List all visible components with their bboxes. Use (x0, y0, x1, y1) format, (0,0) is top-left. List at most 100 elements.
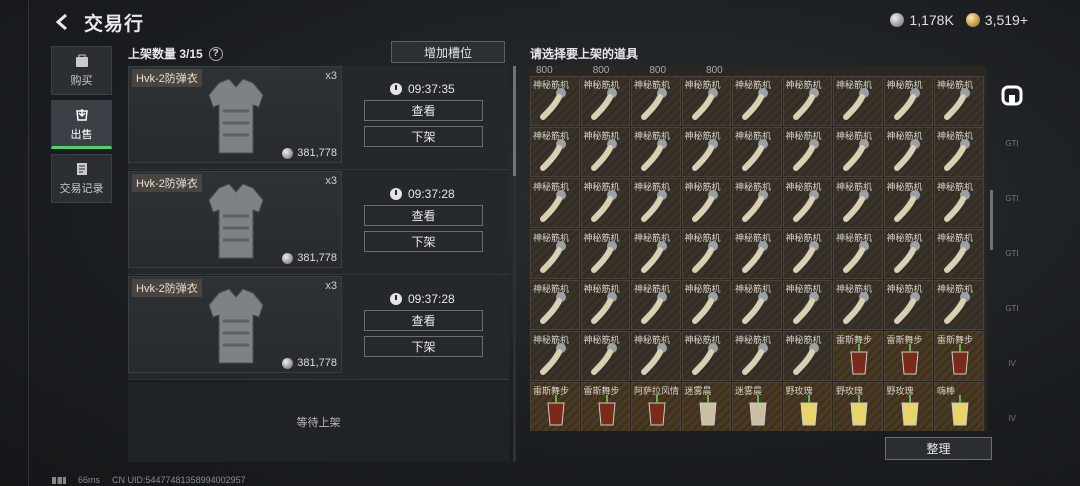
syringe-item-icon (691, 88, 718, 120)
view-button[interactable]: 查看 (364, 310, 483, 331)
inventory-cell[interactable]: 神秘筋机 (580, 127, 630, 177)
inventory-cell[interactable]: 神秘筋机 (833, 280, 883, 330)
inventory-cell[interactable]: 神秘筋机 (681, 331, 731, 381)
inventory-cell[interactable]: 神秘筋机 (681, 178, 731, 228)
inventory-cell[interactable]: 神秘筋机 (732, 331, 782, 381)
inventory-cell[interactable]: 神秘筋机 (530, 127, 580, 177)
inventory-cell[interactable]: 神秘筋机 (732, 76, 782, 126)
add-slot-button[interactable]: 增加槽位 (391, 41, 505, 63)
inventory-cell[interactable]: 神秘筋机 (732, 127, 782, 177)
inventory-cell[interactable]: 神秘筋机 (732, 178, 782, 228)
inventory-cell[interactable]: 神秘筋机 (883, 229, 933, 279)
inventory-cell[interactable]: 雷斯舞步 (530, 382, 580, 431)
inventory-cell[interactable]: 嗨棒 (934, 382, 984, 431)
scrollbar-thumb[interactable] (513, 66, 516, 176)
inventory-cell[interactable]: 神秘筋机 (530, 331, 580, 381)
syringe-item-icon (792, 190, 819, 222)
armor-vest-icon (208, 288, 264, 364)
backpack-tab-icon[interactable] (996, 80, 1028, 110)
inventory-cell[interactable]: 神秘筋机 (681, 229, 731, 279)
listing-thumb[interactable]: Hvk-2防弹衣 x3 381,778 (128, 66, 342, 163)
inventory-cell[interactable]: 迷雾晨 (732, 382, 782, 431)
nav-buy[interactable]: 购买 (51, 46, 112, 95)
remove-button[interactable]: 下架 (364, 126, 483, 147)
category-tab[interactable]: IV (996, 348, 1028, 378)
inventory-cell[interactable]: 神秘筋机 (883, 76, 933, 126)
inventory-cell[interactable]: 神秘筋机 (883, 127, 933, 177)
inventory-cell[interactable]: 神秘筋机 (631, 178, 681, 228)
silver-currency[interactable]: 1,178K (890, 12, 954, 28)
category-tab[interactable]: GTI (996, 238, 1028, 268)
inventory-cell[interactable]: 神秘筋机 (631, 76, 681, 126)
inventory-cell[interactable]: 神秘筋机 (782, 178, 832, 228)
inventory-cell[interactable]: 神秘筋机 (782, 331, 832, 381)
inventory-cell[interactable]: 神秘筋机 (631, 229, 681, 279)
inventory-cell[interactable]: 神秘筋机 (580, 178, 630, 228)
gold-currency[interactable]: 3,519+ (965, 12, 1028, 28)
inventory-cell[interactable]: 雷斯舞步 (833, 331, 883, 381)
inventory-cell[interactable]: 神秘筋机 (883, 280, 933, 330)
help-icon[interactable]: ? (208, 46, 223, 61)
inventory-cell[interactable]: 阿萨拉风情 (631, 382, 681, 431)
inventory-cell[interactable]: 野玫瑰 (782, 382, 832, 431)
inventory-cell[interactable]: 雷斯舞步 (580, 382, 630, 431)
remove-button[interactable]: 下架 (364, 231, 483, 252)
inventory-cell[interactable]: 神秘筋机 (681, 280, 731, 330)
inventory-cell[interactable]: 神秘筋机 (934, 178, 984, 228)
inventory-cell[interactable]: 神秘筋机 (833, 76, 883, 126)
inventory-cell[interactable]: 神秘筋机 (580, 229, 630, 279)
inventory-cell[interactable]: 神秘筋机 (681, 127, 731, 177)
inventory-cell[interactable]: 神秘筋机 (580, 331, 630, 381)
inventory-cell[interactable]: 神秘筋机 (732, 280, 782, 330)
inventory-scrollbar[interactable] (990, 190, 993, 250)
inventory-cell[interactable]: 雷斯舞步 (883, 331, 933, 381)
inventory-cell[interactable]: 神秘筋机 (631, 280, 681, 330)
inventory-cell[interactable]: 神秘筋机 (833, 127, 883, 177)
inventory-cell[interactable]: 神秘筋机 (782, 127, 832, 177)
listings-scrollbar[interactable] (513, 66, 516, 462)
inventory-cell[interactable]: 迷雾晨 (681, 382, 731, 431)
arrange-button[interactable]: 整理 (885, 437, 992, 460)
listing-count-label: 上架数量 3/15 (128, 47, 203, 61)
inventory-cell[interactable]: 神秘筋机 (530, 280, 580, 330)
inventory-cell[interactable]: 神秘筋机 (782, 280, 832, 330)
inventory-cell[interactable]: 野玫瑰 (883, 382, 933, 431)
category-tab[interactable]: GTI (996, 128, 1028, 158)
syringe-item-icon (843, 292, 869, 324)
inventory-cell[interactable]: 神秘筋机 (580, 280, 630, 330)
listing-item: Hvk-2防弹衣 x3 381,778 09:37:28 查看 下架 (128, 276, 509, 380)
inventory-cell[interactable]: 神秘筋机 (833, 178, 883, 228)
armor-vest-icon (208, 78, 264, 154)
inventory-cell[interactable]: 神秘筋机 (530, 76, 580, 126)
price-value: 381,778 (297, 147, 337, 159)
inventory-cell[interactable]: 神秘筋机 (681, 76, 731, 126)
listing-thumb[interactable]: Hvk-2防弹衣 x3 381,778 (128, 171, 342, 268)
remove-button[interactable]: 下架 (364, 336, 483, 357)
view-button[interactable]: 查看 (364, 205, 483, 226)
inventory-cell[interactable]: 神秘筋机 (631, 127, 681, 177)
category-tab[interactable]: IV (996, 403, 1028, 433)
inventory-cell[interactable]: 神秘筋机 (631, 331, 681, 381)
inventory-cell[interactable]: 神秘筋机 (934, 127, 984, 177)
inventory-cell[interactable]: 神秘筋机 (934, 76, 984, 126)
inventory-cell[interactable]: 雷斯舞步 (934, 331, 984, 381)
inventory-cell[interactable]: 神秘筋机 (732, 229, 782, 279)
nav-sell[interactable]: 出售 (51, 100, 112, 149)
view-button[interactable]: 查看 (364, 100, 483, 121)
inventory-cell[interactable]: 神秘筋机 (530, 229, 580, 279)
inventory-cell[interactable]: 神秘筋机 (782, 76, 832, 126)
inventory-cell[interactable]: 神秘筋机 (934, 229, 984, 279)
nav-record[interactable]: 交易记录 (51, 154, 112, 203)
inventory-cell[interactable]: 神秘筋机 (580, 76, 630, 126)
back-arrow-icon[interactable] (52, 11, 74, 33)
syringe-item-icon (742, 139, 768, 171)
inventory-cell[interactable]: 神秘筋机 (883, 178, 933, 228)
inventory-cell[interactable]: 野玫瑰 (833, 382, 883, 431)
category-tab[interactable]: GTI (996, 183, 1028, 213)
inventory-cell[interactable]: 神秘筋机 (782, 229, 832, 279)
listing-thumb[interactable]: Hvk-2防弹衣 x3 381,778 (128, 276, 342, 373)
inventory-cell[interactable]: 神秘筋机 (934, 280, 984, 330)
inventory-cell[interactable]: 神秘筋机 (530, 178, 580, 228)
category-tab[interactable]: GTI (996, 293, 1028, 323)
inventory-cell[interactable]: 神秘筋机 (833, 229, 883, 279)
